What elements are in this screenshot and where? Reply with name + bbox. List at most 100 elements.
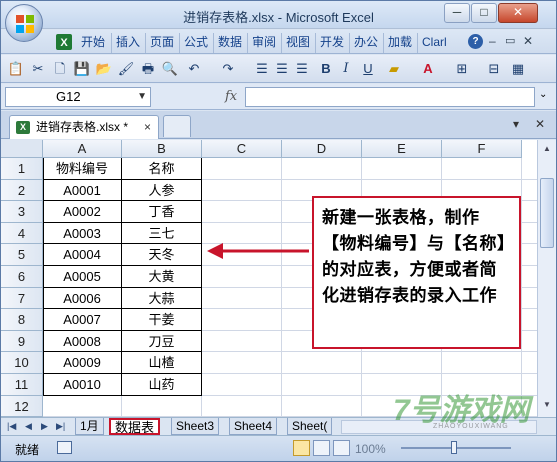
underline-icon[interactable]: U <box>359 60 377 78</box>
table-cell[interactable]: A0006 <box>43 287 122 310</box>
column-header-f[interactable]: F <box>442 140 522 158</box>
tab-review[interactable]: 审阅 <box>247 33 280 53</box>
table-cell[interactable]: A0005 <box>43 266 122 288</box>
table-cell[interactable]: A0009 <box>43 352 122 374</box>
font-color-icon[interactable]: A <box>419 60 437 78</box>
print-preview-icon[interactable]: 🔍 <box>161 60 179 78</box>
page-break-view-icon[interactable] <box>333 440 350 456</box>
new-tab-button[interactable] <box>163 115 191 137</box>
table-cell[interactable]: A0001 <box>43 179 122 202</box>
open-icon[interactable]: 📂 <box>95 60 113 78</box>
last-sheet-icon[interactable]: ▶| <box>56 421 65 432</box>
paste-icon[interactable]: 📋 <box>7 60 25 78</box>
ribbon-minimize-icon[interactable]: – <box>489 34 496 48</box>
formula-input[interactable] <box>245 87 535 107</box>
help-icon[interactable]: ? <box>468 34 483 49</box>
table-cell[interactable]: A0007 <box>43 309 122 331</box>
close-document-icon[interactable]: ✕ <box>535 117 545 131</box>
tab-data[interactable]: 数据 <box>213 33 246 53</box>
new-icon[interactable]: 🗋 <box>51 60 69 78</box>
column-header-a[interactable]: A <box>43 140 122 158</box>
column-header-b[interactable]: B <box>122 140 202 158</box>
align-left-icon[interactable]: ☰ <box>253 60 271 78</box>
select-all-corner[interactable] <box>1 140 43 158</box>
table-cell[interactable]: 干姜 <box>122 309 202 331</box>
cut-icon[interactable]: ✂ <box>29 60 47 78</box>
expand-formula-icon[interactable]: ⌄ <box>539 89 547 100</box>
table-cell[interactable]: A0003 <box>43 222 122 245</box>
next-sheet-icon[interactable]: ▶ <box>41 421 48 432</box>
tab-list-icon[interactable]: ▾ <box>513 117 519 131</box>
bold-icon[interactable]: B <box>317 60 335 78</box>
save-icon[interactable]: 💾 <box>73 60 91 78</box>
name-box[interactable]: G12 ▼ <box>5 87 151 107</box>
table-cell[interactable]: 丁香 <box>122 201 202 223</box>
prev-sheet-icon[interactable]: ◀ <box>25 421 32 432</box>
tab-insert[interactable]: 插入 <box>111 33 144 53</box>
sheet-tab-sheet3[interactable]: Sheet3 <box>171 418 220 435</box>
page-layout-view-icon[interactable] <box>313 440 330 456</box>
row-header-4[interactable]: 4 <box>1 222 43 245</box>
normal-view-icon[interactable] <box>293 440 310 456</box>
vertical-scrollbar[interactable]: ▲ ▼ <box>537 140 556 417</box>
close-tab-icon[interactable]: × <box>144 116 151 138</box>
column-header-d[interactable]: D <box>282 140 362 158</box>
chevron-down-icon[interactable]: ▼ <box>137 88 147 106</box>
maximize-button[interactable]: □ <box>471 3 497 23</box>
fill-color-icon[interactable]: ▰ <box>385 60 403 78</box>
table-cell[interactable]: A0010 <box>43 374 122 396</box>
table-cell[interactable]: 大黄 <box>122 266 202 288</box>
first-sheet-icon[interactable]: |◀ <box>7 421 16 432</box>
header-cell[interactable]: 物料编号 <box>43 158 122 180</box>
column-header-c[interactable]: C <box>202 140 282 158</box>
italic-icon[interactable]: I <box>337 60 355 78</box>
row-header-7[interactable]: 7 <box>1 287 43 310</box>
tab-developer[interactable]: 开发 <box>315 33 348 53</box>
tab-addins[interactable]: 加载 <box>383 33 416 53</box>
fx-icon[interactable]: fx <box>225 89 237 104</box>
header-cell[interactable]: 名称 <box>122 158 202 180</box>
table-cell[interactable]: A0004 <box>43 244 122 266</box>
scroll-thumb[interactable] <box>540 178 554 248</box>
close-button[interactable]: ✕ <box>498 3 538 23</box>
sheet-tab-data[interactable]: 数据表 <box>109 418 161 435</box>
zoom-level[interactable]: 100% <box>355 442 386 456</box>
tab-formulas[interactable]: 公式 <box>179 33 212 53</box>
sheet-tab-sheet4[interactable]: Sheet4 <box>229 418 278 435</box>
table-cell[interactable]: A0002 <box>43 201 122 223</box>
tab-view[interactable]: 视图 <box>281 33 314 53</box>
row-header-1[interactable]: 1 <box>1 158 43 180</box>
borders-icon[interactable]: ⊞ <box>453 60 471 78</box>
format-painter-icon[interactable]: 🖌 <box>117 60 135 78</box>
table-cell[interactable]: 天冬 <box>122 244 202 266</box>
table-cell[interactable]: 刀豆 <box>122 330 202 353</box>
row-header-9[interactable]: 9 <box>1 330 43 353</box>
tab-page[interactable]: 页面 <box>145 33 178 53</box>
undo-icon[interactable]: ↶ <box>185 60 203 78</box>
tab-office[interactable]: 办公 <box>349 33 382 53</box>
align-center-icon[interactable]: ☰ <box>273 60 291 78</box>
table-cell[interactable]: 大蒜 <box>122 287 202 310</box>
row-header-5[interactable]: 5 <box>1 244 43 266</box>
row-header-6[interactable]: 6 <box>1 266 43 288</box>
print-icon[interactable]: 🖶 <box>139 60 157 78</box>
column-header-e[interactable]: E <box>362 140 442 158</box>
tab-home[interactable]: 开始 <box>77 33 109 53</box>
zoom-slider-thumb[interactable] <box>451 441 457 454</box>
more-icon[interactable]: ▦ <box>509 60 527 78</box>
table-cell[interactable]: 三七 <box>122 222 202 245</box>
scroll-up-icon[interactable]: ▲ <box>540 142 554 156</box>
table-cell[interactable]: 人参 <box>122 179 202 202</box>
redo-icon[interactable]: ↷ <box>219 60 237 78</box>
tab-clarl[interactable]: Clarl <box>417 33 451 53</box>
row-header-3[interactable]: 3 <box>1 201 43 223</box>
office-button[interactable] <box>5 4 43 42</box>
merge-icon[interactable]: ⊟ <box>485 60 503 78</box>
row-header-8[interactable]: 8 <box>1 309 43 331</box>
macro-record-icon[interactable] <box>57 441 72 454</box>
ribbon-restore-icon[interactable]: ▭ <box>505 34 515 47</box>
row-header-10[interactable]: 10 <box>1 352 43 374</box>
table-cell[interactable]: 山药 <box>122 374 202 396</box>
sheet-tab-sheet5[interactable]: Sheet( <box>287 418 333 435</box>
document-tab[interactable]: X 进销存表格.xlsx * × <box>9 115 159 139</box>
